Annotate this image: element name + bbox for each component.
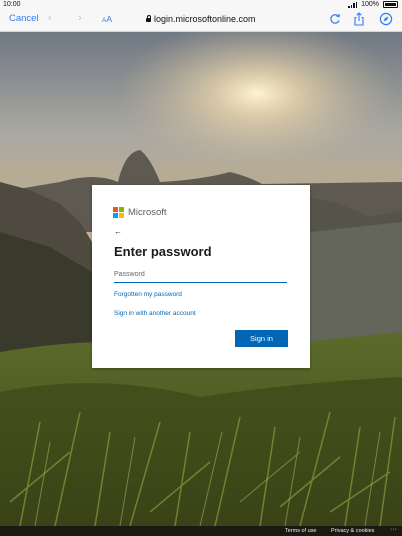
terms-link[interactable]: Terms of use [285, 527, 316, 535]
text-size-button[interactable]: AA [102, 14, 112, 24]
microsoft-logo-icon [113, 207, 124, 218]
forgot-password-link[interactable]: Forgotten my password [114, 291, 182, 298]
signin-card: Microsoft ← Enter password Forgotten my … [92, 185, 310, 368]
signal-icon [348, 1, 358, 8]
cancel-button[interactable]: Cancel [9, 13, 39, 24]
reload-icon[interactable] [328, 12, 342, 26]
share-icon[interactable] [352, 12, 366, 26]
battery-percent: 100% [361, 1, 379, 8]
footer: Terms of use Privacy & cookies ··· [0, 526, 402, 536]
password-input[interactable] [114, 267, 287, 283]
status-bar: 10:00 100% [0, 0, 402, 9]
address-text: login.microsoftonline.com [154, 14, 256, 24]
back-icon[interactable]: ‹ [48, 12, 52, 24]
more-options-button[interactable]: ··· [390, 526, 397, 534]
page-title: Enter password [114, 244, 212, 259]
status-right: 100% [348, 0, 398, 9]
signin-button[interactable]: Sign in [235, 330, 288, 347]
lock-icon [146, 15, 151, 22]
back-arrow-icon[interactable]: ← [114, 227, 122, 236]
brand-name: Microsoft [128, 207, 167, 218]
compass-icon[interactable] [379, 12, 393, 26]
other-account-link[interactable]: Sign in with another account [114, 310, 196, 317]
battery-icon [383, 1, 398, 8]
privacy-link[interactable]: Privacy & cookies [331, 527, 374, 535]
forward-icon[interactable]: › [78, 12, 82, 24]
address-bar[interactable]: login.microsoftonline.com [146, 14, 256, 24]
browser-toolbar: Cancel ‹ › AA login.microsoftonline.com [0, 9, 402, 32]
status-time: 10:00 [3, 1, 21, 8]
